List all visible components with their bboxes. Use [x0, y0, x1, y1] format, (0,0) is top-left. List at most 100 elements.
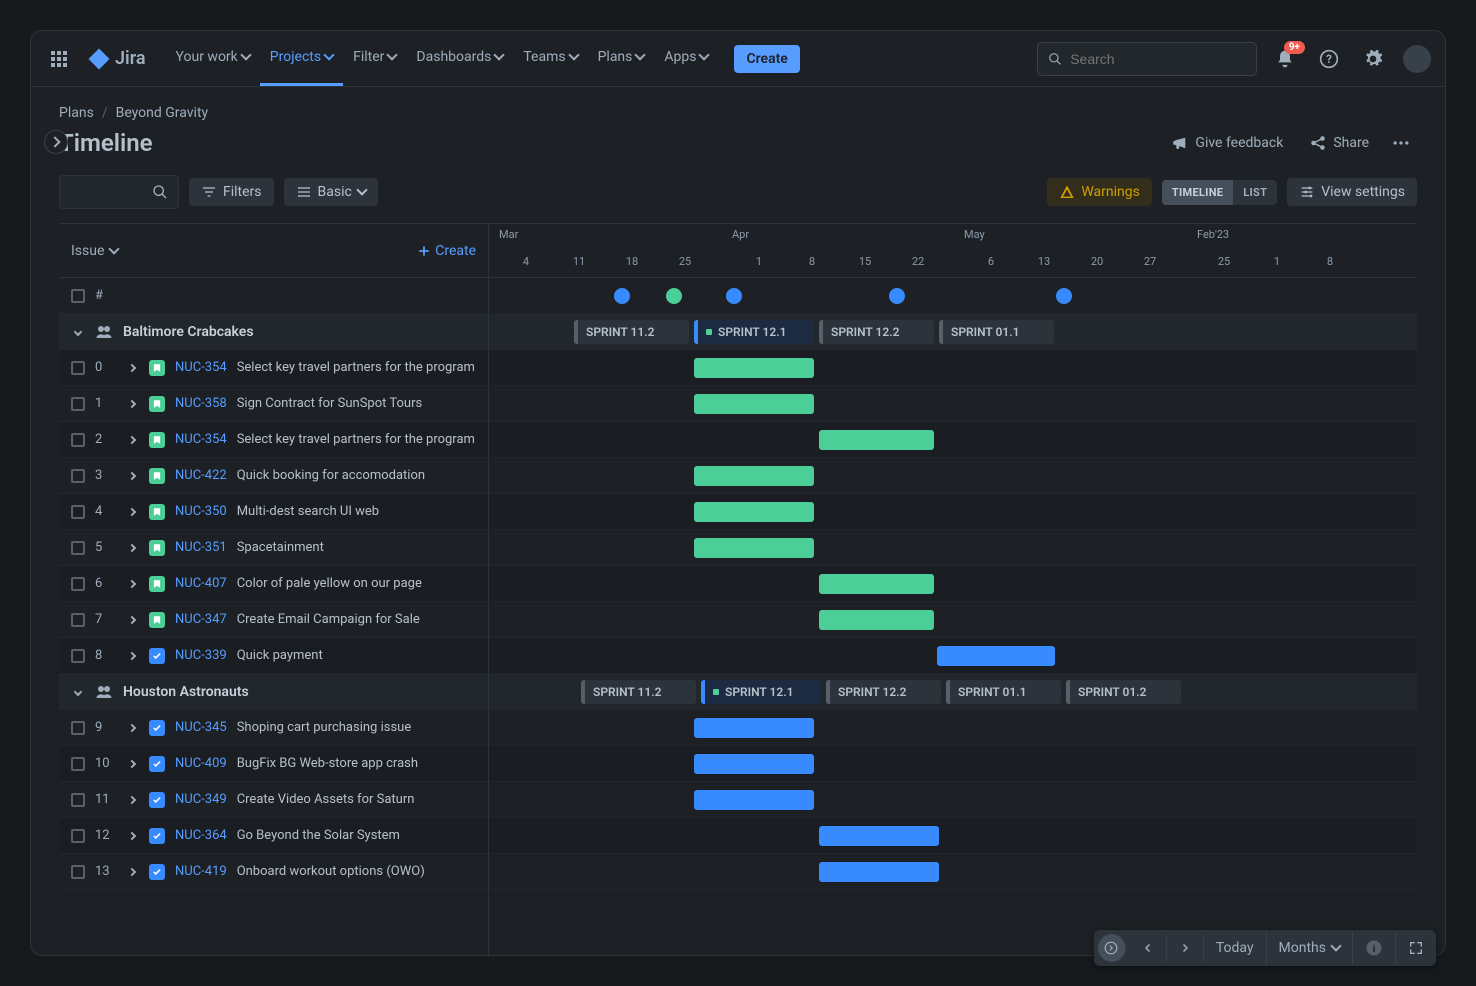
milestone-marker[interactable] [614, 288, 630, 304]
row-expand[interactable] [125, 577, 139, 591]
share-button[interactable]: Share [1299, 130, 1379, 156]
sprint-bar[interactable]: SPRINT 12.2 [819, 320, 934, 344]
give-feedback-button[interactable]: Give feedback [1161, 130, 1293, 156]
fullscreen-button[interactable] [1396, 932, 1436, 956]
row-checkbox[interactable] [71, 505, 85, 519]
row-checkbox[interactable] [71, 793, 85, 807]
gantt-bar[interactable] [694, 394, 814, 414]
breadcrumb-plans[interactable]: Plans [59, 105, 94, 121]
gantt-bar[interactable] [694, 358, 814, 378]
gantt-bar[interactable] [819, 610, 934, 630]
app-switcher[interactable] [43, 43, 75, 75]
issue-key[interactable]: NUC-364 [175, 828, 227, 843]
global-search[interactable] [1037, 42, 1257, 76]
issue-search[interactable] [59, 175, 179, 209]
row-expand[interactable] [125, 613, 139, 627]
sprint-bar[interactable]: SPRINT 01.1 [946, 680, 1061, 704]
row-expand[interactable] [125, 433, 139, 447]
sprint-bar[interactable]: SPRINT 01.1 [939, 320, 1054, 344]
basic-dropdown[interactable]: Basic [284, 178, 378, 206]
row-expand[interactable] [125, 541, 139, 555]
issue-key[interactable]: NUC-351 [175, 540, 227, 555]
help-button[interactable]: ? [1313, 43, 1345, 75]
gantt-bar[interactable] [819, 574, 934, 594]
row-expand[interactable] [125, 397, 139, 411]
search-input[interactable] [1070, 51, 1246, 67]
row-expand[interactable] [125, 361, 139, 375]
scroll-to-button[interactable] [1098, 934, 1126, 956]
today-button[interactable]: Today [1204, 932, 1267, 956]
legend-button[interactable]: i [1353, 931, 1396, 956]
list-tab[interactable]: LIST [1233, 180, 1277, 205]
issue-column-header[interactable]: Issue [71, 243, 118, 259]
milestone-marker[interactable] [726, 288, 742, 304]
issue-key[interactable]: NUC-339 [175, 648, 227, 663]
issue-key[interactable]: NUC-345 [175, 720, 227, 735]
nav-filter[interactable]: Filter [343, 31, 406, 86]
milestone-marker[interactable] [889, 288, 905, 304]
row-expand[interactable] [125, 649, 139, 663]
row-checkbox[interactable] [71, 757, 85, 771]
view-settings-button[interactable]: View settings [1287, 178, 1417, 206]
gantt-bar[interactable] [694, 466, 814, 486]
create-issue-button[interactable]: Create [417, 243, 476, 259]
sprint-bar[interactable]: SPRINT 11.2 [581, 680, 696, 704]
row-checkbox[interactable] [71, 541, 85, 555]
nav-teams[interactable]: Teams [513, 31, 587, 86]
gantt-bar[interactable] [937, 646, 1055, 666]
settings-button[interactable] [1357, 43, 1389, 75]
issue-key[interactable]: NUC-354 [175, 360, 227, 375]
group-toggle[interactable] [71, 325, 85, 339]
nav-projects[interactable]: Projects [260, 31, 343, 86]
row-expand[interactable] [125, 757, 139, 771]
row-checkbox[interactable] [71, 829, 85, 843]
zoom-unit-dropdown[interactable]: Months [1267, 932, 1353, 956]
filters-button[interactable]: Filters [189, 178, 274, 206]
row-checkbox[interactable] [71, 613, 85, 627]
issue-key[interactable]: NUC-358 [175, 396, 227, 411]
sprint-bar[interactable]: SPRINT 01.2 [1066, 680, 1181, 704]
nav-apps[interactable]: Apps [654, 31, 718, 86]
row-checkbox[interactable] [71, 433, 85, 447]
create-button[interactable]: Create [734, 45, 799, 73]
sidebar-expand[interactable] [44, 130, 68, 154]
row-checkbox[interactable] [71, 649, 85, 663]
issue-key[interactable]: NUC-407 [175, 576, 227, 591]
issue-key[interactable]: NUC-422 [175, 468, 227, 483]
group-toggle[interactable] [71, 685, 85, 699]
select-all-checkbox[interactable] [71, 289, 85, 303]
milestone-marker[interactable] [1056, 288, 1072, 304]
gantt-bar[interactable] [694, 718, 814, 738]
nav-your-work[interactable]: Your work [166, 31, 260, 86]
jira-logo[interactable]: Jira [79, 47, 154, 71]
row-expand[interactable] [125, 469, 139, 483]
gantt-bar[interactable] [694, 538, 814, 558]
row-checkbox[interactable] [71, 577, 85, 591]
row-expand[interactable] [125, 721, 139, 735]
profile-button[interactable] [1401, 43, 1433, 75]
nav-dashboards[interactable]: Dashboards [406, 31, 513, 86]
timeline-tab[interactable]: TIMELINE [1162, 180, 1233, 205]
sprint-bar[interactable]: SPRINT 12.2 [826, 680, 941, 704]
sprint-bar[interactable]: SPRINT 11.2 [574, 320, 689, 344]
more-actions-button[interactable] [1385, 127, 1417, 159]
row-expand[interactable] [125, 829, 139, 843]
breadcrumb-plan[interactable]: Beyond Gravity [116, 105, 209, 121]
gantt-bar[interactable] [819, 826, 939, 846]
nav-plans[interactable]: Plans [588, 31, 655, 86]
next-button[interactable] [1167, 934, 1204, 956]
issue-key[interactable]: NUC-354 [175, 432, 227, 447]
row-checkbox[interactable] [71, 865, 85, 879]
issue-key[interactable]: NUC-350 [175, 504, 227, 519]
row-expand[interactable] [125, 865, 139, 879]
milestone-marker[interactable] [666, 288, 682, 304]
row-checkbox[interactable] [71, 721, 85, 735]
gantt-bar[interactable] [694, 754, 814, 774]
gantt-bar[interactable] [694, 502, 814, 522]
row-expand[interactable] [125, 505, 139, 519]
sprint-bar[interactable]: SPRINT 12.1 [701, 680, 821, 704]
gantt-bar[interactable] [694, 790, 814, 810]
row-checkbox[interactable] [71, 397, 85, 411]
row-checkbox[interactable] [71, 469, 85, 483]
issue-key[interactable]: NUC-409 [175, 756, 227, 771]
